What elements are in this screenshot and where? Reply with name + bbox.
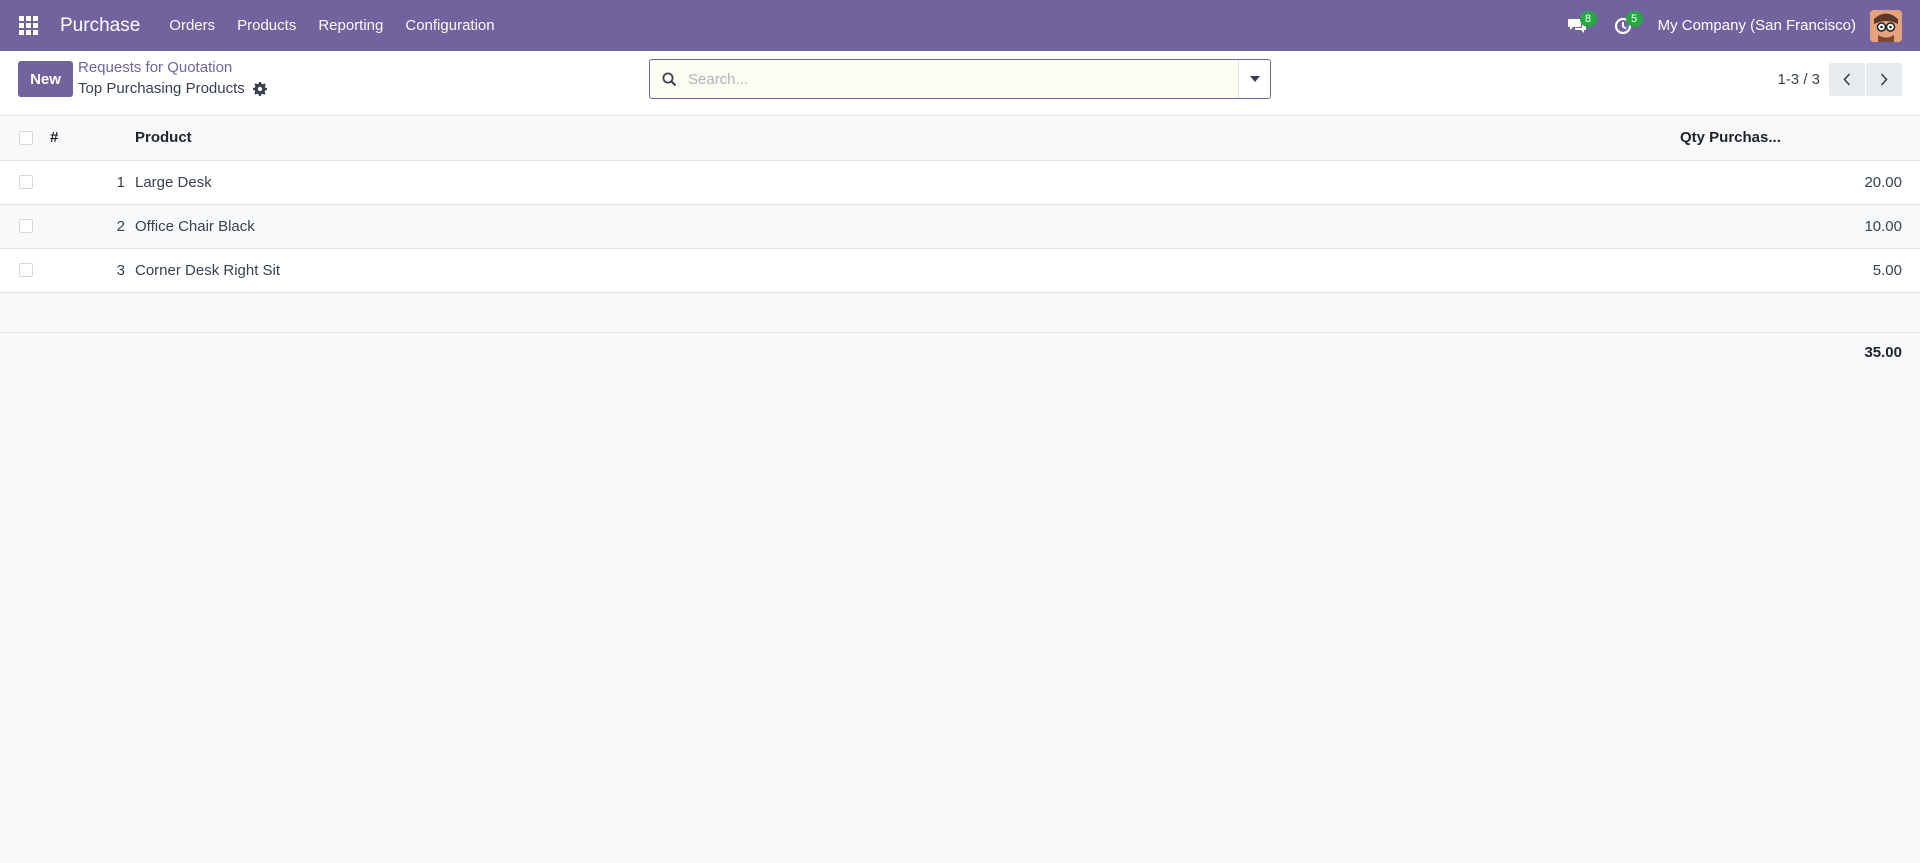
search-input[interactable]	[688, 60, 1238, 98]
pager-value[interactable]: 1-3 / 3	[1777, 71, 1820, 88]
list-table: # Product Qty Purchas... 1 Large Desk 20…	[0, 116, 1920, 373]
row-checkbox-cell	[0, 160, 50, 204]
qty-total: 35.00	[1864, 344, 1902, 362]
activities-button[interactable]: 5	[1600, 0, 1646, 51]
company-switcher[interactable]: My Company (San Francisco)	[1658, 17, 1856, 34]
pager-previous-button[interactable]	[1829, 63, 1865, 96]
table-row[interactable]: 2 Office Chair Black 10.00	[0, 204, 1920, 248]
table-row[interactable]: 3 Corner Desk Right Sit 5.00	[0, 248, 1920, 292]
row-product[interactable]: Corner Desk Right Sit	[135, 248, 1680, 292]
row-checkbox-cell	[0, 204, 50, 248]
table-header-row: # Product Qty Purchas...	[0, 116, 1920, 160]
pager-next-button[interactable]	[1866, 63, 1902, 96]
menu-orders[interactable]: Orders	[158, 17, 226, 34]
gear-icon[interactable]	[252, 81, 267, 96]
row-product[interactable]: Large Desk	[135, 160, 1680, 204]
row-checkbox[interactable]	[19, 219, 33, 233]
search-options-toggle[interactable]	[1238, 60, 1270, 98]
row-checkbox[interactable]	[19, 263, 33, 277]
app-brand[interactable]: Purchase	[52, 15, 148, 37]
select-all-checkbox[interactable]	[19, 130, 33, 145]
select-all-cell	[0, 116, 50, 160]
row-number: 1	[116, 173, 125, 191]
row-number: 2	[116, 217, 125, 235]
breadcrumb: Requests for Quotation Top Purchasing Pr…	[78, 59, 267, 97]
search-box	[649, 59, 1271, 99]
row-product[interactable]: Office Chair Black	[135, 204, 1680, 248]
row-qty: 20.00	[1864, 173, 1902, 191]
column-header-product[interactable]: Product	[135, 116, 1680, 160]
column-header-qty[interactable]: Qty Purchas...	[1680, 116, 1920, 160]
caret-down-icon	[1249, 76, 1260, 82]
new-button[interactable]: New	[18, 61, 73, 97]
control-panel: New Requests for Quotation Top Purchasin…	[0, 51, 1920, 116]
menu-configuration[interactable]: Configuration	[394, 17, 505, 34]
row-number: 3	[116, 261, 125, 279]
breadcrumb-parent-link[interactable]: Requests for Quotation	[78, 59, 267, 76]
table-row[interactable]: 1 Large Desk 20.00	[0, 160, 1920, 204]
avatar-image	[1870, 9, 1902, 42]
menu-products[interactable]: Products	[226, 17, 307, 34]
breadcrumb-current: Top Purchasing Products	[78, 80, 267, 97]
pager: 1-3 / 3	[1777, 63, 1902, 96]
messages-button[interactable]: 8	[1554, 0, 1600, 51]
table-footer-row: 35.00	[0, 332, 1920, 373]
top-navbar: Purchase Orders Products Reporting Confi…	[0, 0, 1920, 51]
chevron-right-icon	[1880, 73, 1888, 86]
chevron-left-icon	[1843, 73, 1851, 86]
apps-menu-button[interactable]	[0, 0, 56, 51]
menu-reporting[interactable]: Reporting	[307, 17, 394, 34]
breadcrumb-current-label: Top Purchasing Products	[78, 80, 245, 97]
empty-row	[0, 292, 1920, 333]
apps-grid-icon	[18, 16, 38, 35]
messages-badge: 8	[1579, 11, 1597, 27]
column-header-number[interactable]: #	[50, 116, 135, 160]
activities-badge: 5	[1625, 11, 1643, 27]
user-avatar[interactable]	[1870, 9, 1902, 42]
search-icon	[650, 72, 688, 87]
row-checkbox[interactable]	[19, 175, 33, 189]
row-qty: 5.00	[1872, 261, 1902, 279]
row-checkbox-cell	[0, 248, 50, 292]
row-qty: 10.00	[1864, 217, 1902, 235]
systray: 8 5 My Company (San Francisco)	[1554, 0, 1920, 51]
